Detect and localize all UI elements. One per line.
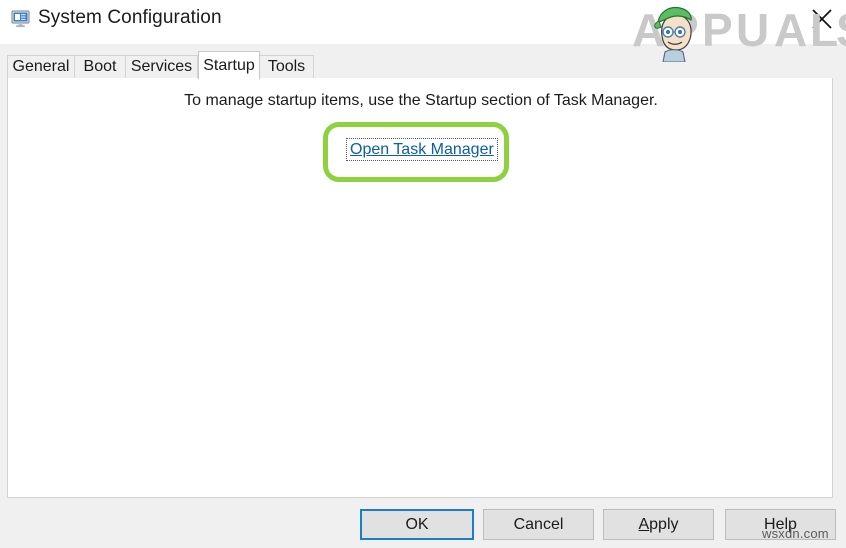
tab-services[interactable]: Services xyxy=(125,55,198,79)
apply-accelerator: A xyxy=(638,516,650,533)
help-button[interactable]: Help xyxy=(725,509,836,540)
window-title: System Configuration xyxy=(38,7,222,28)
open-task-manager-focus-rect: Open Task Manager xyxy=(346,138,498,161)
startup-tab-panel: To manage startup items, use the Startup… xyxy=(7,78,833,498)
tab-general[interactable]: General xyxy=(7,55,75,79)
cancel-button[interactable]: Cancel xyxy=(483,509,594,540)
tab-boot[interactable]: Boot xyxy=(74,55,126,79)
tab-strip: General Boot Services Startup Tools xyxy=(7,51,837,80)
close-icon xyxy=(812,9,832,29)
apply-button-label-rest: pply xyxy=(649,516,679,533)
tab-startup[interactable]: Startup xyxy=(198,51,260,80)
apply-button[interactable]: Apply xyxy=(603,509,714,540)
ok-button[interactable]: OK xyxy=(360,509,474,540)
startup-notice-text: To manage startup items, use the Startup… xyxy=(184,92,658,109)
close-window-button[interactable] xyxy=(800,2,844,36)
open-task-manager-link[interactable]: Open Task Manager xyxy=(350,141,494,158)
system-configuration-window: System Configuration General Boot Servic… xyxy=(0,0,846,548)
system-configuration-monitor-icon xyxy=(11,10,31,28)
title-bar: System Configuration xyxy=(0,0,846,44)
tab-tools[interactable]: Tools xyxy=(259,55,314,79)
